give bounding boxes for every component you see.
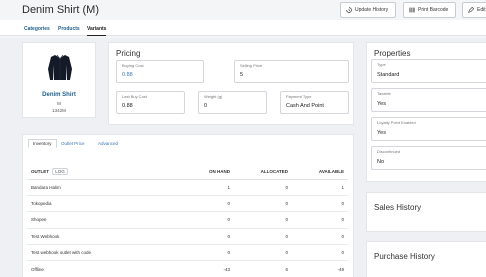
on-hand-cell: 0 — [186, 228, 234, 246]
inventory-table: OUTLET LOG ON HAND ALLOCATED AVAILABLE B… — [27, 165, 348, 277]
print-barcode-button[interactable]: Print Barcode — [403, 2, 456, 18]
table-row[interactable]: Offline -43 6 -49 — [27, 260, 348, 277]
weight-field[interactable]: Weight (g) 0 — [198, 91, 267, 114]
purchase-history-title: Purchase History — [374, 252, 435, 261]
payment-type-field[interactable]: Payment Type Cash And Point — [280, 91, 349, 114]
loyalty-value: Yes — [377, 130, 386, 136]
update-history-button[interactable]: Update History — [340, 2, 396, 18]
outlet-cell: Offline — [27, 260, 186, 277]
allocated-header: ALLOCATED — [234, 165, 292, 180]
allocated-cell: 0 — [234, 244, 292, 262]
history-icon — [346, 7, 352, 13]
properties-card: Properties Type Standard Taxable Yes Loy… — [366, 42, 486, 182]
pricing-card: Pricing Buying Cost 0.88 Selling Price 5… — [108, 42, 354, 125]
available-cell: 0 — [292, 195, 348, 213]
on-hand-cell: 1 — [186, 179, 234, 196]
tab-variants[interactable]: Variants — [87, 26, 107, 36]
outlet-cell: Tokopedia — [27, 195, 186, 213]
available-cell: 0 — [292, 228, 348, 246]
properties-title: Properties — [374, 49, 411, 58]
available-header: AVAILABLE — [292, 165, 348, 180]
tab-advanced[interactable]: Advanced — [98, 141, 118, 146]
edit-label: Edit — [477, 7, 486, 13]
outlet-cell: Bandara Halim — [27, 179, 186, 196]
allocated-cell: 6 — [234, 260, 292, 277]
selling-price-field[interactable]: Selling Price 5 — [234, 60, 349, 83]
purchase-history-card: Purchase History — [366, 241, 486, 277]
selling-price-label: Selling Price — [240, 63, 263, 68]
type-field[interactable]: Type Standard — [371, 59, 486, 83]
page-title: Denim Shirt (M) — [22, 4, 100, 16]
sales-history-card: Sales History — [366, 192, 486, 232]
selling-price-value: 5 — [240, 72, 244, 78]
tab-categories[interactable]: Categories — [24, 26, 50, 32]
loyalty-label: Loyalty Point Enabled — [377, 120, 416, 125]
last-buy-cost-label: Last Buy Cost — [122, 94, 147, 99]
on-hand-header: ON HAND — [186, 165, 234, 180]
edit-button[interactable]: Edit — [462, 2, 486, 18]
loyalty-field[interactable]: Loyalty Point Enabled Yes — [371, 117, 486, 141]
table-row[interactable]: Shopee 0 0 0 — [27, 211, 348, 229]
type-value: Standard — [377, 72, 400, 78]
outlet-header: OUTLET LOG — [27, 165, 186, 180]
product-code: 1342M — [52, 108, 66, 113]
pricing-title: Pricing — [116, 49, 141, 58]
last-buy-cost-field[interactable]: Last Buy Cost 0.88 — [116, 91, 185, 114]
tab-outlet-price[interactable]: Outlet Price — [61, 141, 85, 146]
buying-cost-field[interactable]: Buying Cost 0.88 — [116, 60, 204, 83]
barcode-icon — [409, 7, 415, 13]
sales-history-title: Sales History — [374, 203, 422, 212]
inventory-header-row: OUTLET LOG ON HAND ALLOCATED AVAILABLE — [27, 165, 348, 180]
log-badge[interactable]: LOG — [52, 168, 68, 176]
buying-cost-value: 0.88 — [122, 72, 133, 78]
on-hand-cell: 0 — [186, 211, 234, 229]
taxable-value: Yes — [377, 101, 386, 107]
product-card: Denim Shirt M 1342M — [22, 42, 96, 118]
tab-inventory[interactable]: Inventory — [28, 139, 57, 148]
tab-bar: Categories Products Variants — [0, 20, 486, 36]
product-image — [48, 54, 72, 80]
taxable-field[interactable]: Taxable Yes — [371, 88, 486, 112]
inventory-tabs: Inventory Outlet Price Advanced — [28, 139, 148, 151]
outlet-cell: Shopee — [27, 211, 186, 229]
payment-type-label: Payment Type — [286, 94, 312, 99]
table-row[interactable]: Test webhook outlet with code 0 0 0 — [27, 244, 348, 262]
edit-icon — [468, 7, 474, 13]
outlet-cell: Test Webhook — [27, 228, 186, 246]
allocated-cell: 0 — [234, 228, 292, 246]
buying-cost-label: Buying Cost — [122, 63, 144, 68]
tab-products[interactable]: Products — [58, 26, 80, 32]
available-cell: 1 — [292, 179, 348, 196]
table-row[interactable]: Tokopedia 0 0 0 — [27, 195, 348, 213]
allocated-cell: 0 — [234, 179, 292, 196]
available-cell: 0 — [292, 211, 348, 229]
type-label: Type — [377, 62, 386, 67]
update-history-label: Update History — [355, 7, 389, 13]
weight-label: Weight (g) — [204, 94, 223, 99]
discontinued-label: Discontinued — [377, 149, 401, 154]
on-hand-cell: -43 — [186, 260, 234, 277]
allocated-cell: 0 — [234, 211, 292, 229]
available-cell: 0 — [292, 244, 348, 262]
product-name: Denim Shirt — [42, 92, 76, 98]
on-hand-cell: 0 — [186, 195, 234, 213]
outlet-header-label: OUTLET — [31, 169, 49, 175]
weight-value: 0 — [204, 103, 208, 109]
product-size: M — [57, 101, 61, 106]
last-buy-cost-value: 0.88 — [122, 103, 133, 109]
table-row[interactable]: Test Webhook 0 0 0 — [27, 228, 348, 246]
allocated-cell: 0 — [234, 195, 292, 213]
outlet-cell: Test webhook outlet with code — [27, 244, 186, 262]
print-barcode-label: Print Barcode — [418, 7, 449, 13]
discontinued-value: No — [377, 159, 385, 165]
taxable-label: Taxable — [377, 91, 391, 96]
available-cell: -49 — [292, 260, 348, 277]
payment-type-value: Cash And Point — [286, 103, 324, 109]
discontinued-field[interactable]: Discontinued No — [371, 146, 486, 170]
table-row[interactable]: Bandara Halim 1 0 1 — [27, 179, 348, 196]
on-hand-cell: 0 — [186, 244, 234, 262]
